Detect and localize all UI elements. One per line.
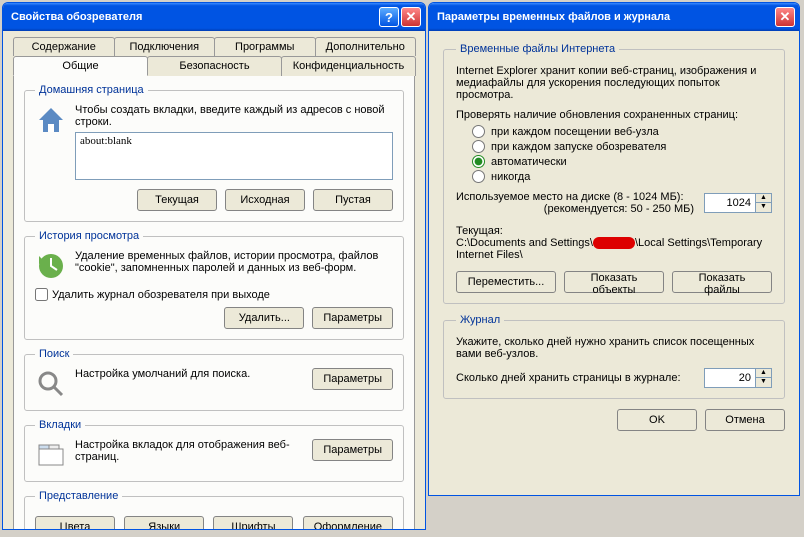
redacted-username: xxxx — [593, 237, 635, 249]
accessibility-button[interactable]: Оформление — [303, 516, 393, 530]
history-settings-button[interactable]: Параметры — [312, 307, 393, 329]
home-page-legend: Домашняя страница — [35, 84, 148, 96]
disk-space-input[interactable] — [705, 197, 755, 209]
radio-automatic[interactable]: автоматически — [472, 155, 772, 168]
home-page-group: Домашняя страница Чтобы создать вкладки,… — [24, 84, 404, 222]
appearance-group: Представление Цвета Языки Шрифты Оформле… — [24, 490, 404, 530]
home-icon — [35, 104, 67, 136]
tabs-desc: Настройка вкладок для отображения веб-ст… — [75, 439, 304, 463]
tab-privacy[interactable]: Конфиденциальность — [281, 56, 416, 76]
tabs-icon — [35, 439, 67, 471]
tab-content[interactable]: Содержание — [13, 37, 115, 56]
search-icon — [35, 368, 67, 400]
tabs-legend: Вкладки — [35, 419, 85, 431]
search-group: Поиск Настройка умолчаний для поиска. Па… — [24, 348, 404, 411]
move-folder-button[interactable]: Переместить... — [456, 271, 556, 293]
tif-intro: Internet Explorer хранит копии веб-стран… — [456, 65, 772, 101]
home-page-desc: Чтобы создать вкладки, введите каждый из… — [75, 104, 385, 128]
ok-button[interactable]: OK — [617, 409, 697, 431]
tab-advanced[interactable]: Дополнительно — [315, 37, 417, 56]
titlebar: Параметры временных файлов и журнала ✕ — [429, 3, 799, 31]
home-page-input[interactable] — [75, 132, 393, 180]
appearance-legend: Представление — [35, 490, 122, 502]
use-default-button[interactable]: Исходная — [225, 189, 305, 211]
tab-security[interactable]: Безопасность — [147, 56, 282, 76]
tab-general[interactable]: Общие — [13, 56, 148, 76]
journal-group: Журнал Укажите, сколько дней нужно храни… — [443, 314, 785, 399]
journal-legend: Журнал — [456, 314, 504, 326]
tabs-settings-button[interactable]: Параметры — [312, 439, 393, 461]
use-current-button[interactable]: Текущая — [137, 189, 217, 211]
internet-options-window: Свойства обозревателя ? ✕ Содержание Под… — [2, 2, 426, 530]
cancel-button[interactable]: Отмена — [705, 409, 785, 431]
languages-button[interactable]: Языки — [124, 516, 204, 530]
window-title: Параметры временных файлов и журнала — [437, 11, 773, 23]
history-legend: История просмотра — [35, 230, 143, 242]
spin-up[interactable]: ▲ — [755, 369, 771, 378]
disk-space-recommended: (рекомендуется: 50 - 250 МБ) — [456, 203, 694, 215]
history-days-input[interactable] — [705, 372, 755, 384]
tab-panel-general: Домашняя страница Чтобы создать вкладки,… — [13, 75, 415, 530]
search-settings-button[interactable]: Параметры — [312, 368, 393, 390]
history-days-spinner[interactable]: ▲▼ — [704, 368, 772, 388]
search-desc: Настройка умолчаний для поиска. — [75, 368, 304, 380]
spin-down[interactable]: ▼ — [755, 203, 771, 212]
use-blank-button[interactable]: Пустая — [313, 189, 393, 211]
close-button[interactable]: ✕ — [401, 7, 421, 27]
delete-on-exit-checkbox[interactable]: Удалить журнал обозревателя при выходе — [35, 288, 393, 301]
journal-desc: Укажите, сколько дней нужно хранить спис… — [456, 336, 772, 360]
view-files-button[interactable]: Показать файлы — [672, 271, 772, 293]
spin-down[interactable]: ▼ — [755, 378, 771, 387]
history-desc: Удаление временных файлов, истории просм… — [75, 250, 393, 274]
days-label: Сколько дней хранить страницы в журнале: — [456, 372, 694, 384]
fonts-button[interactable]: Шрифты — [213, 516, 293, 530]
radio-every-start[interactable]: при каждом запуске обозревателя — [472, 140, 772, 153]
history-icon — [35, 250, 67, 282]
colors-button[interactable]: Цвета — [35, 516, 115, 530]
help-button[interactable]: ? — [379, 7, 399, 27]
tabs-group: Вкладки Настройка вкладок для отображени… — [24, 419, 404, 482]
radio-every-visit[interactable]: при каждом посещении веб-узла — [472, 125, 772, 138]
tab-programs[interactable]: Программы — [214, 37, 316, 56]
spin-up[interactable]: ▲ — [755, 194, 771, 203]
delete-button[interactable]: Удалить... — [224, 307, 304, 329]
temp-internet-files-group: Временные файлы Интернета Internet Explo… — [443, 43, 785, 304]
tab-connections[interactable]: Подключения — [114, 37, 216, 56]
disk-space-spinner[interactable]: ▲▼ — [704, 193, 772, 213]
titlebar: Свойства обозревателя ? ✕ — [3, 3, 425, 31]
tif-legend: Временные файлы Интернета — [456, 43, 619, 55]
view-objects-button[interactable]: Показать объекты — [564, 271, 664, 293]
search-legend: Поиск — [35, 348, 73, 360]
disk-space-label: Используемое место на диске (8 - 1024 МБ… — [456, 191, 694, 203]
history-group: История просмотра Удаление временных фай… — [24, 230, 404, 340]
radio-never[interactable]: никогда — [472, 170, 772, 183]
close-button[interactable]: ✕ — [775, 7, 795, 27]
window-title: Свойства обозревателя — [11, 11, 377, 23]
temp-files-settings-window: Параметры временных файлов и журнала ✕ В… — [428, 2, 800, 496]
current-location-path: C:\Documents and Settings\xxxx\Local Set… — [456, 237, 772, 261]
check-updates-label: Проверять наличие обновления сохраненных… — [456, 109, 772, 121]
current-location-label: Текущая: — [456, 225, 772, 237]
